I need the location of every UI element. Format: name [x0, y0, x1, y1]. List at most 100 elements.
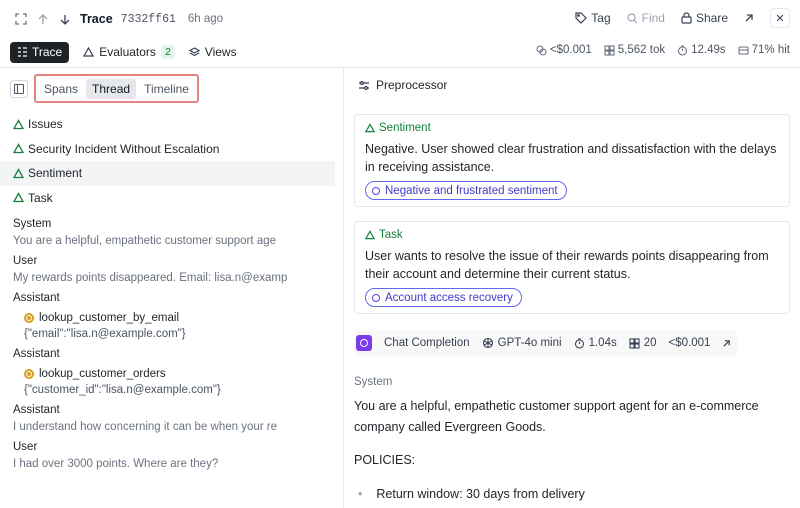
- eval-item-task[interactable]: Task: [0, 186, 343, 211]
- tab-thread[interactable]: Thread: [86, 78, 137, 99]
- triangle-icon: [13, 167, 24, 178]
- message-assistant[interactable]: Assistant lookup_customer_by_email {"ema…: [0, 292, 343, 340]
- database-icon: [738, 45, 749, 55]
- sliders-icon: [359, 80, 369, 90]
- chat-completion-bar[interactable]: Chat Completion GPT-4o mini 1.04s 20 <$0…: [354, 330, 738, 356]
- close-icon: ✕: [775, 12, 785, 25]
- tool-args: {"customer_id":"lisa.n@example.com"}: [24, 384, 221, 396]
- model-name: GPT-4o mini: [497, 337, 562, 349]
- message-preview: My rewards points disappeared. Email: li…: [13, 272, 288, 284]
- triangle-icon: [365, 123, 375, 133]
- tool-icon: [24, 313, 34, 323]
- tag-icon: [575, 12, 588, 24]
- message-role: Assistant: [13, 292, 60, 304]
- tag-button[interactable]: Tag: [575, 11, 611, 25]
- trace-view-label: Trace: [32, 45, 63, 59]
- circle-icon: [372, 186, 380, 195]
- message-role: User: [13, 441, 38, 453]
- tag-label: Tag: [591, 11, 611, 25]
- eval-item-label: Task: [28, 190, 53, 205]
- close-button[interactable]: ✕: [770, 8, 790, 28]
- arrow-up-right-icon[interactable]: [722, 339, 731, 348]
- eval-item-label: Sentiment: [28, 166, 83, 181]
- tool-args: {"email":"lisa.n@example.com"}: [24, 328, 186, 340]
- view-tabs: Spans Thread Timeline: [34, 74, 199, 103]
- arrow-down-icon[interactable]: [54, 8, 76, 30]
- tab-timeline[interactable]: Timeline: [138, 79, 195, 99]
- trace-hash: 7332ff61: [120, 12, 176, 26]
- trace-stats: <$0.001 5,562 tok 12.49s 71% hit: [536, 44, 790, 56]
- views-button[interactable]: Views: [188, 45, 237, 59]
- preprocessor-header: Preprocessor: [358, 78, 447, 92]
- tokens-stat: 5,562 tok: [604, 44, 665, 56]
- trace-title: Trace: [80, 12, 113, 26]
- top-bar: Trace 7332ff61 6h ago Tag Find Share ✕: [0, 0, 800, 38]
- eval-item-security-incident[interactable]: Security Incident Without Escalation: [0, 137, 343, 162]
- tab-spans[interactable]: Spans: [38, 79, 84, 99]
- timer-icon: [574, 337, 584, 349]
- sidebar-icon: [14, 83, 24, 94]
- tool-name: lookup_customer_by_email: [39, 312, 179, 324]
- circle-icon: [372, 293, 380, 302]
- pane-tabs-row: Spans Thread Timeline: [10, 74, 199, 103]
- message-preview: I had over 3000 points. Where are they?: [13, 458, 219, 470]
- message-system[interactable]: System You are a helpful, empathetic cus…: [0, 218, 343, 247]
- message-assistant[interactable]: Assistant lookup_customer_orders {"custo…: [0, 348, 343, 396]
- trace-view-button[interactable]: Trace: [10, 41, 70, 63]
- open-external-button[interactable]: [744, 13, 754, 23]
- arrow-up-right-icon: [745, 14, 753, 22]
- coins-icon: [536, 44, 547, 56]
- completion-time-value: 1.04s: [588, 337, 617, 349]
- sentiment-card-label: Sentiment: [365, 122, 779, 134]
- find-button[interactable]: Find: [627, 11, 665, 25]
- time-value: 12.49s: [691, 44, 726, 56]
- chat-completion-icon: [356, 335, 372, 351]
- tool-call[interactable]: lookup_customer_by_email: [0, 312, 343, 324]
- sentiment-text: Negative. User showed clear frustration …: [365, 142, 777, 174]
- expand-icon[interactable]: [10, 8, 32, 30]
- share-button[interactable]: Share: [681, 11, 728, 25]
- tool-call[interactable]: lookup_customer_orders: [0, 368, 343, 380]
- eval-item-sentiment[interactable]: Sentiment: [0, 161, 335, 186]
- chat-completion-label: Chat Completion: [384, 337, 470, 349]
- message-assistant[interactable]: Assistant I understand how concerning it…: [0, 404, 343, 433]
- task-pill[interactable]: Account access recovery: [365, 288, 522, 307]
- model-info: GPT-4o mini: [482, 337, 562, 349]
- message-role: Assistant: [13, 404, 60, 416]
- eval-item-label: Issues: [28, 117, 63, 132]
- evaluators-button[interactable]: Evaluators 2: [83, 45, 175, 59]
- triangle-icon: [13, 143, 24, 154]
- cache-hit-stat: 71% hit: [738, 44, 790, 56]
- cost-stat: <$0.001: [536, 44, 592, 56]
- arrow-up-icon[interactable]: [32, 8, 54, 30]
- time-stat: 12.49s: [677, 44, 726, 56]
- openai-icon: [482, 337, 493, 349]
- layers-icon: [188, 46, 200, 56]
- message-user[interactable]: User My rewards points disappeared. Emai…: [0, 255, 343, 284]
- trace-age: 6h ago: [187, 13, 224, 25]
- panel-toggle-button[interactable]: [10, 79, 28, 98]
- lock-icon: [681, 12, 692, 24]
- triangle-icon: [13, 118, 24, 129]
- policy-item: • Return window: 30 days from delivery: [358, 487, 585, 501]
- view-bar: Trace Evaluators 2 Views <$0.001 5,562 t…: [0, 38, 800, 66]
- timer-icon: [678, 44, 688, 56]
- find-label: Find: [641, 11, 665, 25]
- share-label: Share: [695, 11, 728, 25]
- task-card-label: Task: [365, 229, 779, 241]
- completion-time: 1.04s: [574, 337, 617, 349]
- sentiment-card: Sentiment Negative. User showed clear fr…: [354, 114, 790, 207]
- sentiment-label: Sentiment: [379, 122, 431, 134]
- thread-pane: Spans Thread Timeline Issues Security In…: [0, 68, 343, 508]
- message-preview: I understand how concerning it can be wh…: [13, 421, 278, 433]
- thread-list: Issues Security Incident Without Escalat…: [0, 112, 343, 470]
- message-user[interactable]: User I had over 3000 points. Where are t…: [0, 441, 343, 470]
- bullet-icon: •: [358, 487, 363, 501]
- cost-value: <$0.001: [549, 44, 592, 56]
- task-text: User wants to resolve the issue of their…: [365, 249, 769, 281]
- eval-item-issues[interactable]: Issues: [0, 112, 343, 137]
- search-icon: [627, 12, 638, 23]
- tokens-value: 5,562 tok: [617, 44, 666, 56]
- message-role: User: [13, 255, 38, 267]
- sentiment-pill[interactable]: Negative and frustrated sentiment: [365, 181, 567, 200]
